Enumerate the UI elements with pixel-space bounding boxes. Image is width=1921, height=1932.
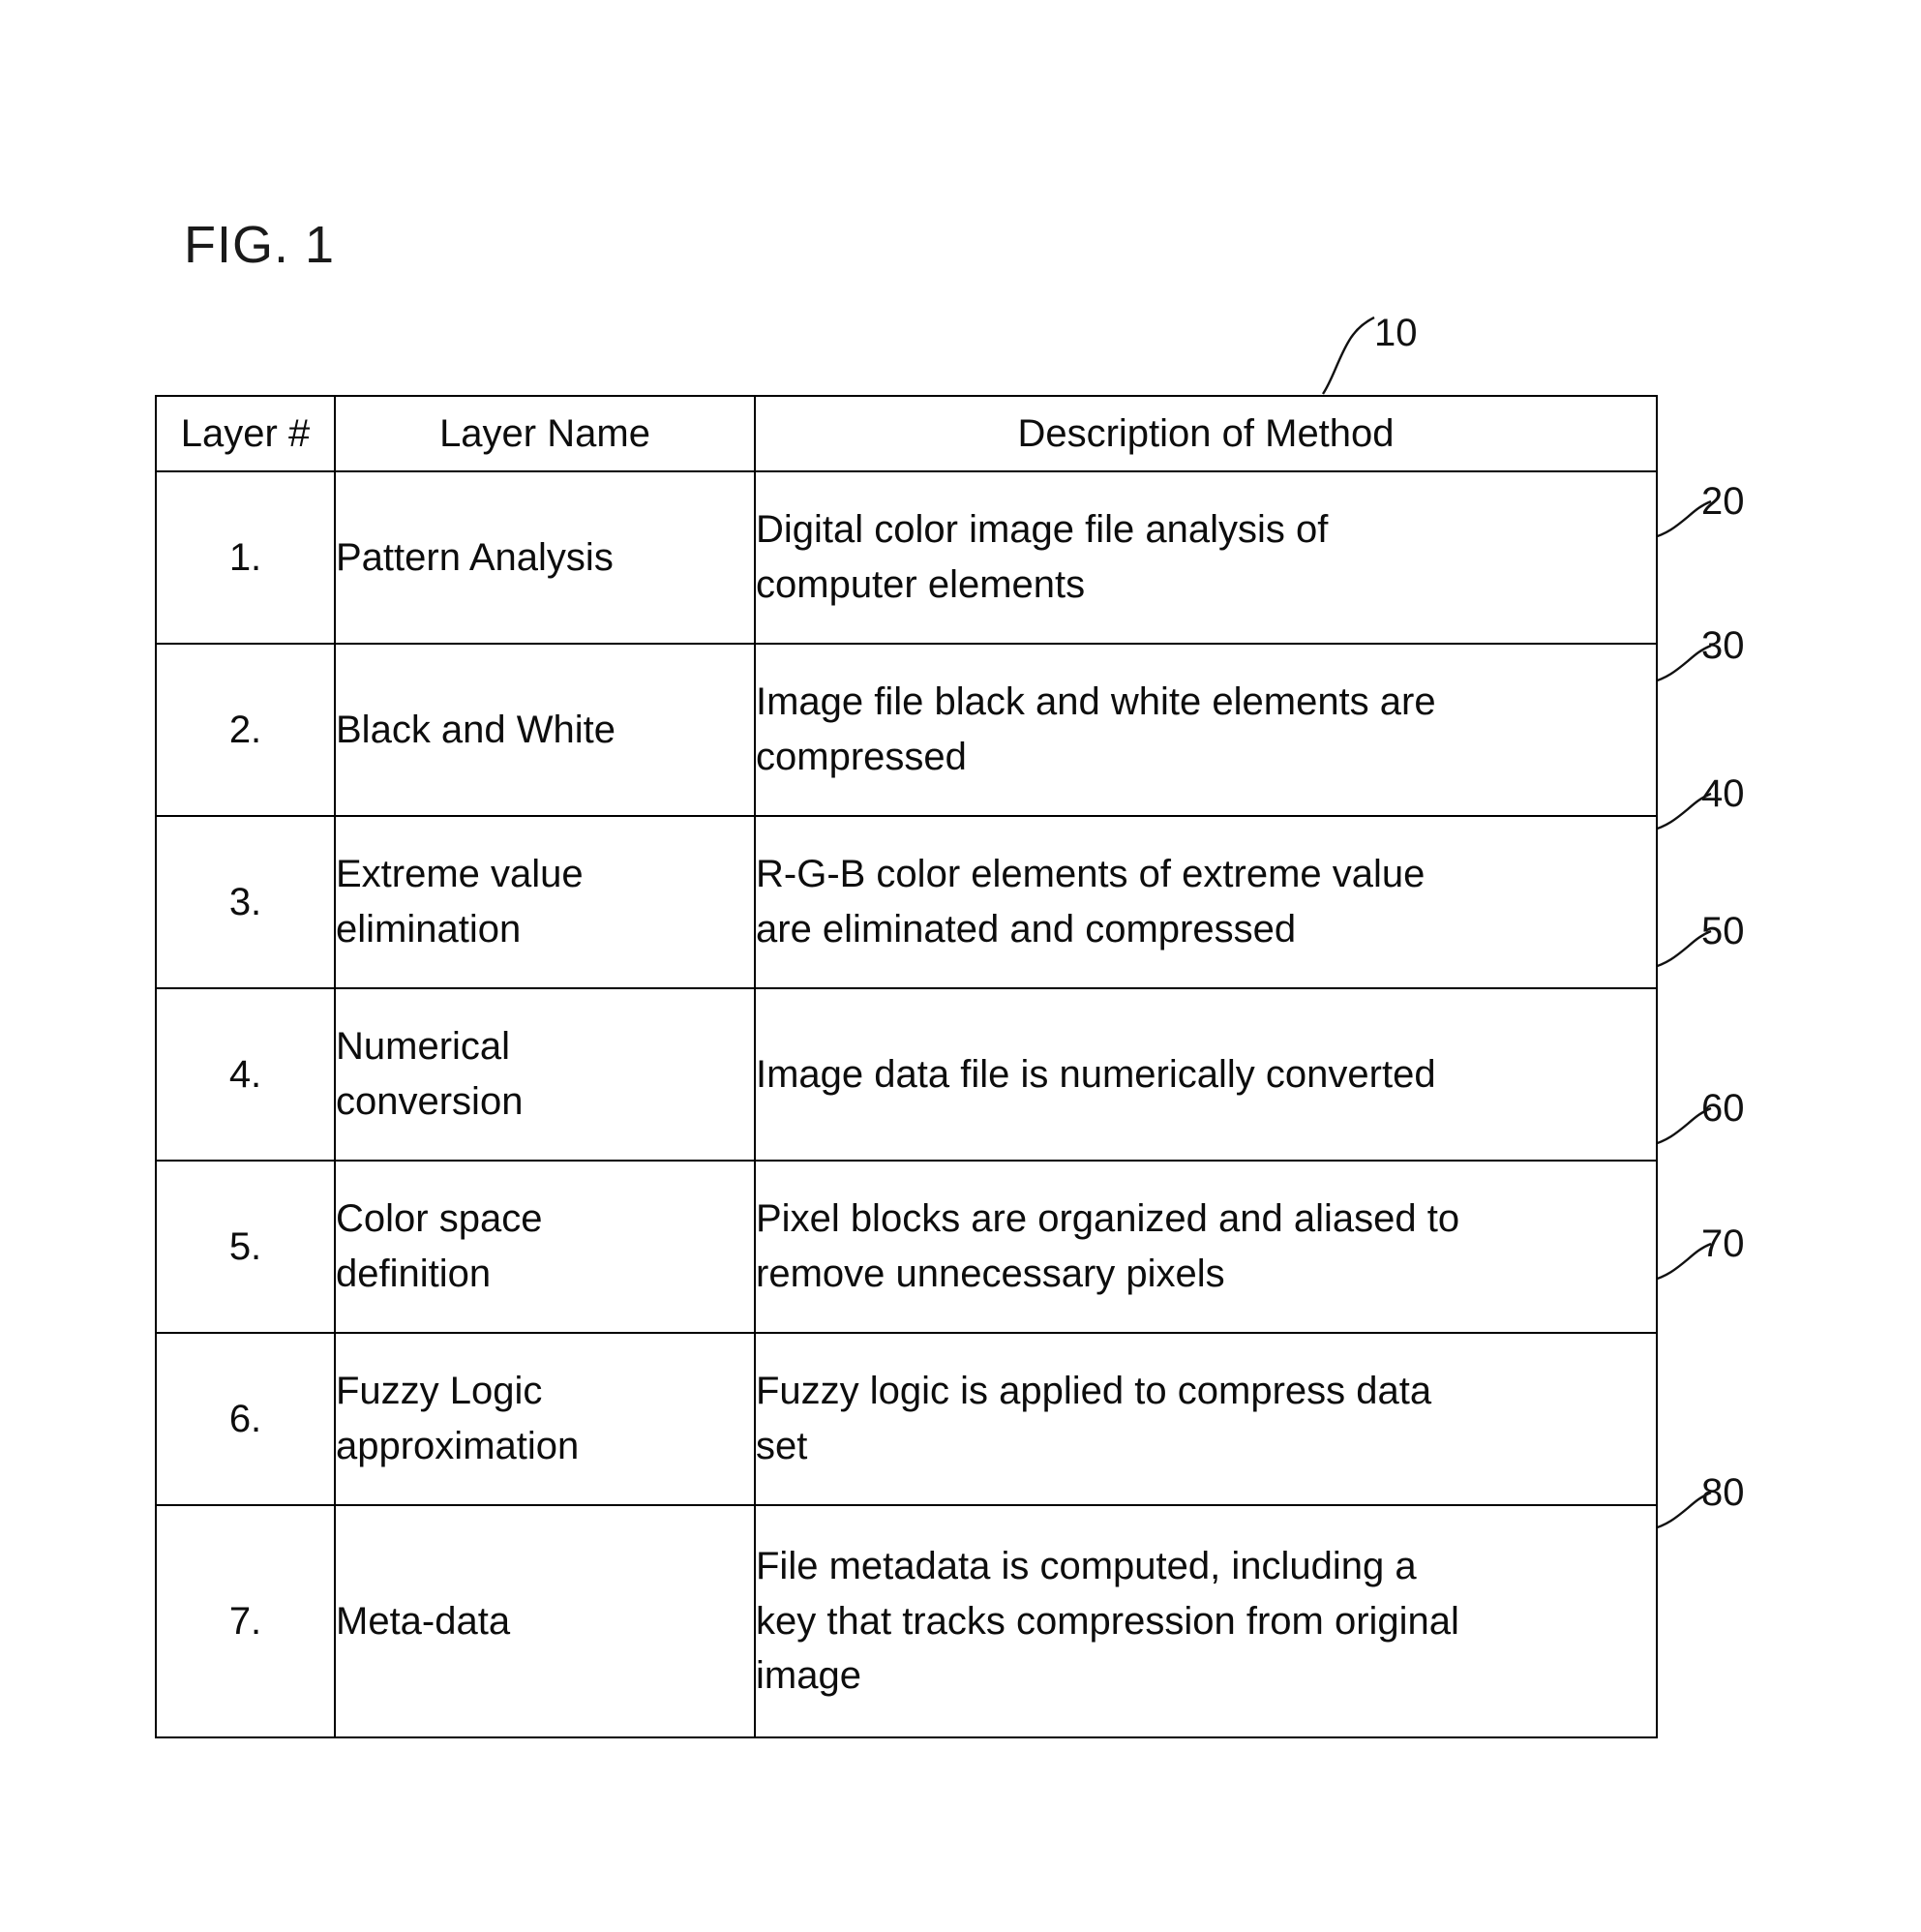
description-line: R-G-B color elements of extreme value [756,853,1426,896]
callout-row-70: 70 [1701,1223,1745,1265]
layer-name-line: Black and White [336,708,616,751]
column-header-layer-name: Layer Name [334,395,756,472]
cell-layer-number: 3. [155,815,336,989]
table-row: 5. Color space definition Pixel blocks a… [155,1160,1658,1334]
layer-name-line: Numerical [336,1025,511,1069]
description-line: Image file black and white elements are [756,680,1436,724]
table-row: 3. Extreme value elimination R-G-B color… [155,815,1658,989]
layer-name-line: Color space [336,1197,543,1241]
column-header-layer-number: Layer # [155,395,336,472]
description-line: image [756,1654,861,1698]
layer-name-line: Fuzzy Logic [336,1370,543,1413]
layer-name-line: Pattern Analysis [336,535,614,579]
description-line: are eliminated and compressed [756,908,1297,951]
callout-row-30: 30 [1701,624,1745,667]
table-row: 1. Pattern Analysis Digital color image … [155,470,1658,645]
callout-row-60: 60 [1701,1087,1745,1130]
description-line: compressed [756,736,967,778]
figure-label: FIG. 1 [184,216,336,274]
layer-name-line: definition [336,1253,492,1295]
cell-layer-name: Numerical conversion [334,987,756,1162]
cell-description: Digital color image file analysis of com… [754,470,1658,645]
leader-line-10 [1322,316,1375,395]
column-header-description: Description of Method [754,395,1658,472]
table-header-row: Layer # Layer Name Description of Method [155,395,1658,472]
table-row: 2. Black and White Image file black and … [155,643,1658,817]
cell-description: Image data file is numerically converted [754,987,1658,1162]
callout-row-50: 50 [1701,910,1745,952]
callout-table-10: 10 [1374,312,1418,354]
description-line: Pixel blocks are organized and aliased t… [756,1197,1460,1241]
cell-description: File metadata is computed, including a k… [754,1504,1658,1738]
callout-row-20: 20 [1701,480,1745,523]
cell-layer-name: Fuzzy Logic approximation [334,1332,756,1506]
description-line: computer elements [756,563,1086,606]
cell-description: R-G-B color elements of extreme value ar… [754,815,1658,989]
table-row: 4. Numerical conversion Image data file … [155,987,1658,1162]
table-row: 7. Meta-data File metadata is computed, … [155,1504,1658,1738]
cell-description: Image file black and white elements are … [754,643,1658,817]
cell-layer-number: 4. [155,987,336,1162]
cell-layer-number: 7. [155,1504,336,1738]
cell-layer-name: Black and White [334,643,756,817]
layer-method-table: Layer # Layer Name Description of Method… [155,395,1658,1738]
description-line: File metadata is computed, including a [756,1544,1417,1587]
cell-layer-number: 1. [155,470,336,645]
cell-layer-number: 6. [155,1332,336,1506]
description-line: key that tracks compression from origina… [756,1599,1459,1643]
layer-name-line: approximation [336,1425,580,1467]
cell-description: Fuzzy logic is applied to compress data … [754,1332,1658,1506]
cell-layer-name: Color space definition [334,1160,756,1334]
layer-name-line: Extreme value [336,853,584,896]
description-line: Image data file is numerically converted [756,1052,1436,1096]
cell-layer-number: 2. [155,643,336,817]
cell-description: Pixel blocks are organized and aliased t… [754,1160,1658,1334]
cell-layer-name: Extreme value elimination [334,815,756,989]
cell-layer-name: Meta-data [334,1504,756,1738]
callout-row-80: 80 [1701,1471,1745,1514]
cell-layer-name: Pattern Analysis [334,470,756,645]
layer-name-line: Meta-data [336,1599,511,1643]
description-line: set [756,1425,808,1467]
description-line: Fuzzy logic is applied to compress data [756,1370,1432,1413]
layer-name-line: conversion [336,1080,524,1123]
description-line: remove unnecessary pixels [756,1253,1225,1295]
layer-name-line: elimination [336,908,522,951]
table-row: 6. Fuzzy Logic approximation Fuzzy logic… [155,1332,1658,1506]
cell-layer-number: 5. [155,1160,336,1334]
callout-row-40: 40 [1701,772,1745,815]
description-line: Digital color image file analysis of [756,508,1329,552]
